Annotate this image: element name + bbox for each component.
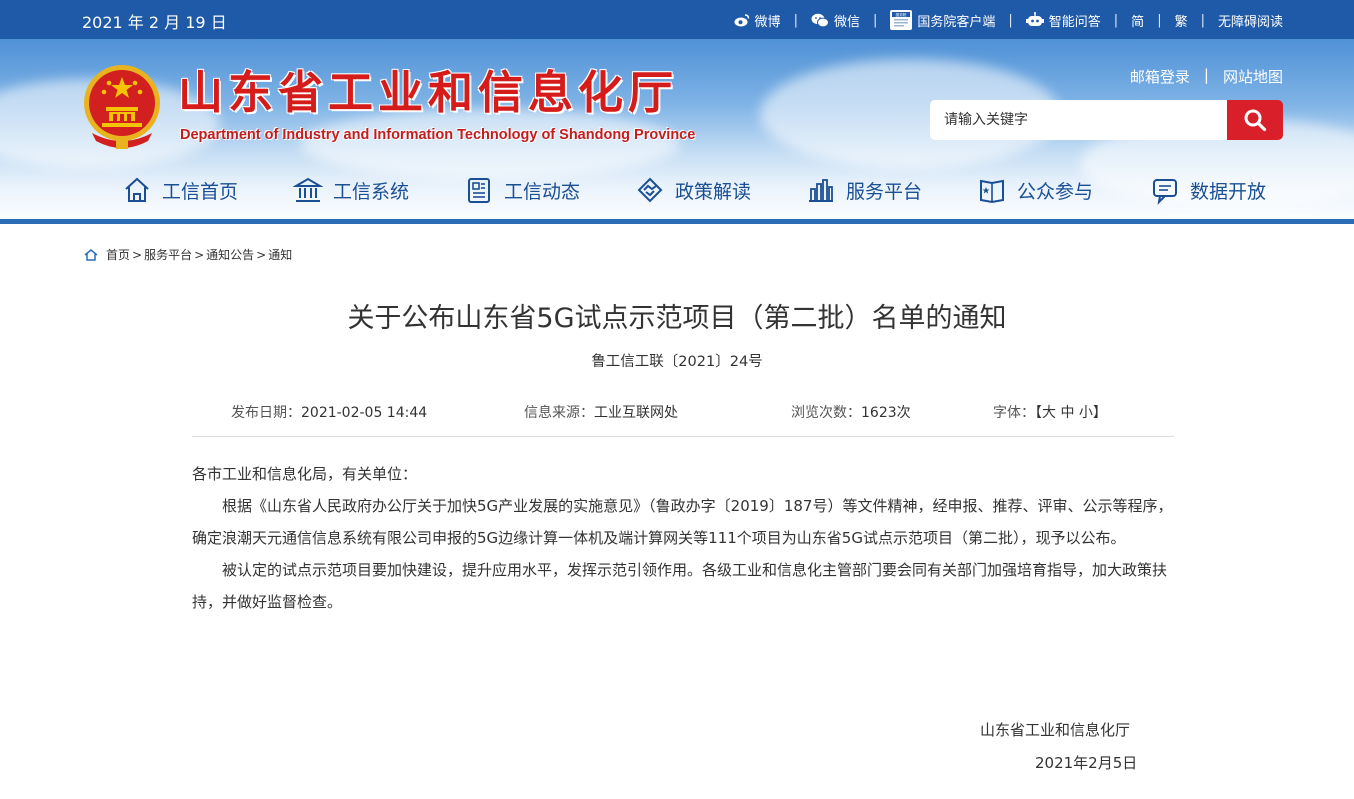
breadcrumb-separator: > [194, 247, 205, 262]
search-input[interactable] [930, 100, 1227, 140]
institution-icon [293, 175, 323, 205]
font-size-control: 字体：【大 中 小】 [993, 402, 1107, 422]
article-paragraph: 根据《山东省人民政府办公厅关于加快5G产业发展的实施意见》（鲁政办字〔2019〕… [192, 497, 1173, 547]
nav-item-policy[interactable]: 政策解读 [635, 170, 751, 210]
home-icon [122, 175, 152, 205]
article-title: 关于公布山东省5G试点示范项目（第二批）名单的通知 [347, 303, 1007, 334]
nav-item-label: 公众参与 [1017, 180, 1094, 203]
breadcrumb-home[interactable]: 首页 [106, 246, 130, 263]
view-count-label: 浏览次数： [791, 405, 861, 421]
star-book-icon [977, 175, 1007, 205]
signature-organization: 山东省工业和信息化厅 [980, 721, 1131, 739]
national-emblem-logo[interactable] [82, 63, 162, 151]
site-header: 山东省工业和信息化厅 Department of Industry and In… [0, 39, 1354, 224]
home-icon [84, 248, 98, 261]
nav-item-label: 工信系统 [333, 180, 410, 203]
search-icon [1243, 108, 1267, 132]
nav-item-participation[interactable]: 公众参与 [977, 170, 1093, 210]
breadcrumb-service-platform[interactable]: 服务平台 [144, 246, 192, 263]
nav-item-label: 工信动态 [504, 180, 581, 203]
nav-item-label: 政策解读 [675, 180, 752, 203]
email-login-link[interactable]: 邮箱登录 [1130, 66, 1190, 87]
wechat-label: 微信 [833, 14, 860, 30]
nav-item-label: 数据开放 [1190, 180, 1267, 203]
nav-item-home[interactable]: 工信首页 [122, 170, 238, 210]
chat-bubble-icon [1150, 175, 1180, 205]
separator: | [1008, 12, 1013, 28]
separator: | [1113, 12, 1119, 28]
nav-item-system[interactable]: 工信系统 [293, 170, 409, 210]
breadcrumb-notice[interactable]: 通知 [268, 246, 292, 263]
info-source-label: 信息来源： [524, 405, 594, 421]
nav-divider [0, 219, 1354, 224]
smart-qa-link[interactable]: 智能问答 [1025, 11, 1101, 30]
handshake-icon [635, 175, 665, 205]
factory-chart-icon [806, 175, 836, 205]
view-count-value: 1623次 [861, 405, 911, 421]
accessibility-link[interactable]: 无障碍阅读 [1218, 11, 1283, 30]
robot-icon [1025, 12, 1044, 28]
meta-divider [192, 436, 1174, 437]
search-box [930, 100, 1283, 140]
info-source-value: 工业互联网处 [594, 405, 678, 421]
font-size-label: 字体： [993, 405, 1035, 421]
search-button[interactable] [1227, 100, 1283, 140]
current-date: 2021 年 2 月 19 日 [82, 13, 227, 32]
wechat-link[interactable]: 微信 [811, 11, 860, 30]
traditional-chinese-link[interactable]: 繁 [1175, 11, 1188, 30]
state-council-icon: 国务院 [890, 10, 913, 30]
simplified-chinese-link[interactable]: 简 [1131, 11, 1144, 30]
article-body: 各市工业和信息化局，有关单位： 根据《山东省人民政府办公厅关于加快5G产业发展的… [192, 458, 1174, 618]
nav-item-label: 服务平台 [846, 180, 923, 203]
main-nav: 工信首页 工信系统 工信动态 政策解读 服务平台 公众参与 数据开放 [0, 170, 1354, 212]
site-title: 山东省工业和信息化厅 [178, 66, 679, 119]
publish-date-label: 发布日期： [231, 405, 301, 421]
site-map-link[interactable]: 网站地图 [1223, 66, 1283, 87]
font-size-small-button[interactable]: 小 [1079, 405, 1093, 421]
breadcrumb: 首页 > 服务平台 > 通知公告 > 通知 [84, 246, 292, 263]
site-subtitle: Department of Industry and Information T… [180, 127, 696, 143]
top-bar: 2021 年 2 月 19 日 微博 | 微信 | 国务院 国务院客户端 | 智… [0, 0, 1354, 39]
separator: | [793, 12, 798, 28]
info-source: 信息来源：工业互联网处 [524, 402, 678, 422]
nav-item-label: 工信首页 [162, 180, 239, 203]
breadcrumb-separator: > [256, 247, 267, 262]
breadcrumb-separator: > [132, 247, 143, 262]
breadcrumb-announcements[interactable]: 通知公告 [206, 246, 254, 263]
top-links: 微博 | 微信 | 国务院 国务院客户端 | 智能问答 | 简 | 繁 | 无障… [734, 10, 1283, 30]
header-links: 邮箱登录 | 网站地图 [1130, 66, 1283, 87]
state-council-client-link[interactable]: 国务院 国务院客户端 [890, 10, 995, 30]
separator: | [1200, 12, 1205, 28]
newspaper-icon [464, 175, 494, 205]
weibo-link[interactable]: 微博 [734, 11, 781, 30]
signature-date: 2021年2月5日 [1035, 754, 1138, 772]
font-size-medium-button[interactable]: 中 [1060, 405, 1074, 421]
nav-item-service[interactable]: 服务平台 [806, 170, 922, 210]
publish-date: 发布日期：2021-02-05 14:44 [231, 402, 427, 422]
font-size-large-button[interactable]: 大 [1042, 405, 1056, 421]
font-bracket-open: 【 [1035, 405, 1042, 421]
nav-item-news[interactable]: 工信动态 [464, 170, 580, 210]
weibo-icon [734, 13, 750, 27]
weibo-label: 微博 [754, 14, 781, 30]
font-bracket-close: 】 [1092, 405, 1107, 421]
publish-date-value: 2021-02-05 14:44 [301, 405, 428, 421]
view-count: 浏览次数：1623次 [791, 402, 911, 422]
document-number: 鲁工信工联〔2021〕24号 [591, 354, 763, 370]
article-paragraph: 被认定的试点示范项目要加快建设，提升应用水平，发挥示范引领作用。各级工业和信息化… [192, 561, 1168, 611]
separator: | [872, 12, 878, 28]
separator: | [1157, 12, 1162, 28]
smart-qa-label: 智能问答 [1048, 14, 1101, 30]
salutation: 各市工业和信息化局，有关单位： [192, 465, 418, 483]
separator: | [1203, 66, 1209, 84]
wechat-icon [811, 13, 829, 28]
state-council-label: 国务院客户端 [917, 14, 996, 30]
nav-item-open-data[interactable]: 数据开放 [1150, 170, 1266, 210]
state-council-icon-text: 国务院 [896, 12, 907, 17]
